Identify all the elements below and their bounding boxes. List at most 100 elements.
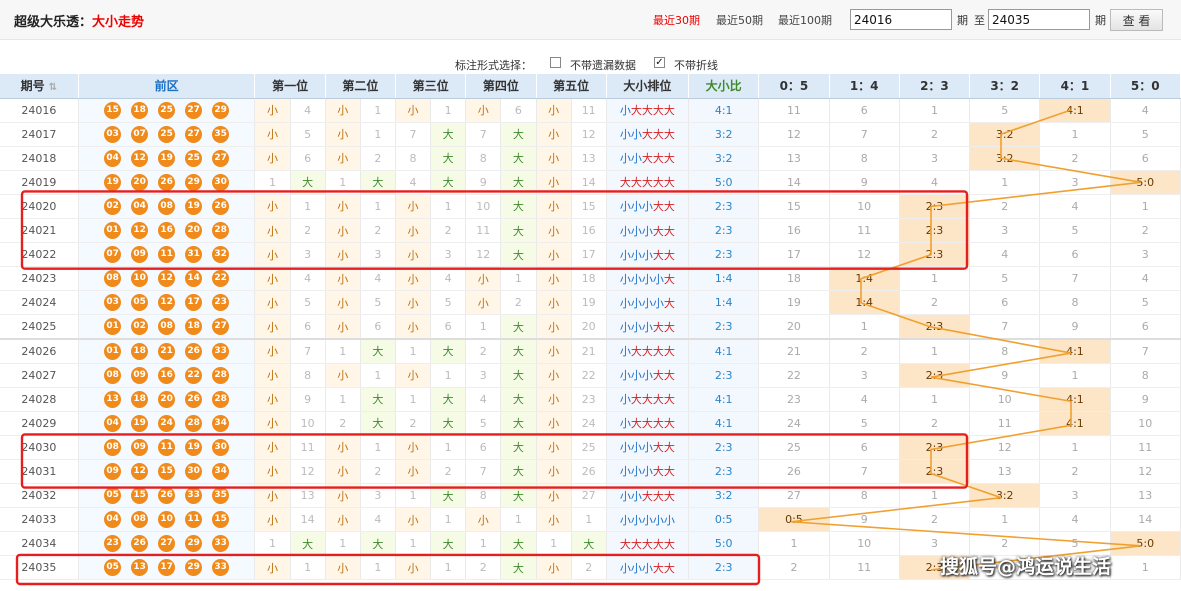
to-period-input[interactable] (988, 9, 1090, 30)
pattern-char: 大 (652, 248, 664, 262)
dist-cell: 4 (829, 387, 900, 412)
period-50-link[interactable]: 最近50期 (716, 12, 763, 28)
pattern-char: 小 (663, 513, 675, 527)
pattern-char: 大 (663, 104, 675, 118)
miss-count-cell: 26 (571, 459, 607, 485)
miss-count-cell: 14 (571, 170, 607, 195)
miss-count-cell: 1 (395, 531, 432, 557)
miss-count-cell: 1 (500, 266, 537, 292)
pattern-char: 大 (663, 561, 675, 575)
pattern-char: 大 (663, 320, 675, 334)
number-ball: 03 (104, 294, 122, 312)
number-ball: 29 (185, 559, 203, 577)
small-label-cell: 小 (325, 218, 361, 244)
pattern-char: 小 (619, 489, 631, 503)
pattern-cell: 小小小小大 (606, 266, 690, 292)
pattern-cell: 大大大大大 (606, 170, 690, 195)
dist-cell: 3 (969, 218, 1041, 244)
ratio-cell: 4:1 (688, 98, 760, 123)
col-dist-4: 4：1 (1039, 74, 1111, 99)
dist-cell: 2 (1039, 459, 1111, 485)
small-label-cell: 小 (536, 459, 572, 485)
pattern-char: 大 (641, 345, 653, 359)
pattern-char: 大 (652, 417, 664, 431)
miss-count-cell: 10 (465, 194, 502, 219)
miss-count-cell: 1 (360, 435, 396, 460)
pattern-char: 大 (641, 152, 653, 166)
ratio-cell: 2:3 (688, 435, 760, 460)
period-cell: 24020 (0, 194, 79, 219)
view-button[interactable]: 查 看 (1110, 9, 1163, 31)
pattern-char: 小 (652, 513, 664, 527)
number-ball: 01 (104, 342, 122, 360)
big-label-cell: 大 (430, 170, 467, 195)
pattern-char: 大 (663, 393, 675, 407)
dist-hit-cell: 2:3 (899, 459, 971, 485)
miss-count-cell: 6 (290, 314, 326, 340)
pattern-char: 小 (619, 200, 631, 214)
dist-cell: 8 (969, 337, 1041, 364)
number-ball: 02 (104, 197, 122, 215)
small-label-cell: 小 (536, 363, 572, 388)
period-cell: 24018 (0, 146, 79, 171)
number-ball: 26 (158, 487, 176, 505)
pattern-char: 大 (652, 320, 664, 334)
pattern-char: 小 (619, 417, 631, 431)
miss-count-cell: 9 (465, 170, 502, 195)
miss-count-cell: 20 (571, 314, 607, 340)
small-label-cell: 小 (325, 194, 361, 219)
dist-cell: 12 (829, 242, 900, 268)
small-label-cell: 小 (536, 170, 572, 195)
dist-cell: 5 (1039, 218, 1111, 244)
miss-count-cell: 4 (465, 387, 502, 412)
pattern-char: 小 (619, 224, 631, 238)
dist-cell: 13 (969, 459, 1041, 485)
miss-count-cell: 8 (465, 146, 502, 171)
pattern-cell: 小大大大大 (606, 411, 690, 436)
col-period[interactable]: 期号 ⇅ (0, 74, 79, 99)
number-ball: 15 (104, 101, 122, 119)
ratio-cell: 4:1 (688, 387, 760, 412)
pattern-char: 小 (619, 128, 631, 142)
dist-cell: 8 (829, 146, 900, 171)
dist-cell: 2 (899, 122, 971, 147)
small-label-cell: 小 (465, 290, 502, 316)
number-ball: 12 (131, 149, 149, 167)
pattern-char: 小 (641, 513, 653, 527)
miss-count-cell: 1 (465, 314, 502, 340)
pattern-char: 小 (652, 296, 664, 310)
big-label-cell: 大 (430, 387, 467, 412)
small-label-cell: 小 (254, 242, 291, 268)
miss-count-cell: 2 (395, 411, 432, 436)
dist-cell: 11 (969, 411, 1041, 436)
number-ball: 08 (104, 270, 122, 288)
sort-icon[interactable]: ⇅ (49, 82, 57, 93)
big-label-cell: 大 (500, 435, 537, 460)
number-ball: 05 (131, 294, 149, 312)
pattern-char: 大 (663, 224, 675, 238)
pattern-char: 小 (630, 152, 642, 166)
small-label-cell: 小 (254, 266, 291, 292)
period-100-link[interactable]: 最近100期 (778, 12, 832, 28)
dist-cell: 1 (969, 170, 1041, 195)
small-label-cell: 小 (254, 411, 291, 436)
pattern-cell: 小小大大大 (606, 146, 690, 171)
dist-cell: 7 (1110, 337, 1181, 364)
pattern-char: 小 (619, 272, 631, 286)
dist-cell: 13 (1110, 483, 1181, 509)
period-cell: 24027 (0, 363, 79, 388)
from-period-input[interactable] (850, 9, 952, 30)
dist-cell: 7 (829, 459, 900, 485)
ratio-cell: 5:0 (688, 531, 760, 557)
period-cell: 24017 (0, 122, 79, 147)
pattern-char: 大 (630, 537, 642, 551)
big-label-cell: 大 (500, 531, 537, 557)
period-30-link[interactable]: 最近30期 (653, 12, 700, 28)
no-line-checkbox[interactable]: ✓ (654, 57, 665, 68)
period-cell: 24025 (0, 314, 79, 340)
dist-cell: 14 (1110, 507, 1181, 533)
miss-data-checkbox[interactable] (550, 57, 561, 68)
small-label-cell: 小 (395, 290, 432, 316)
small-label-cell: 小 (536, 314, 572, 340)
number-ball: 26 (185, 390, 203, 408)
